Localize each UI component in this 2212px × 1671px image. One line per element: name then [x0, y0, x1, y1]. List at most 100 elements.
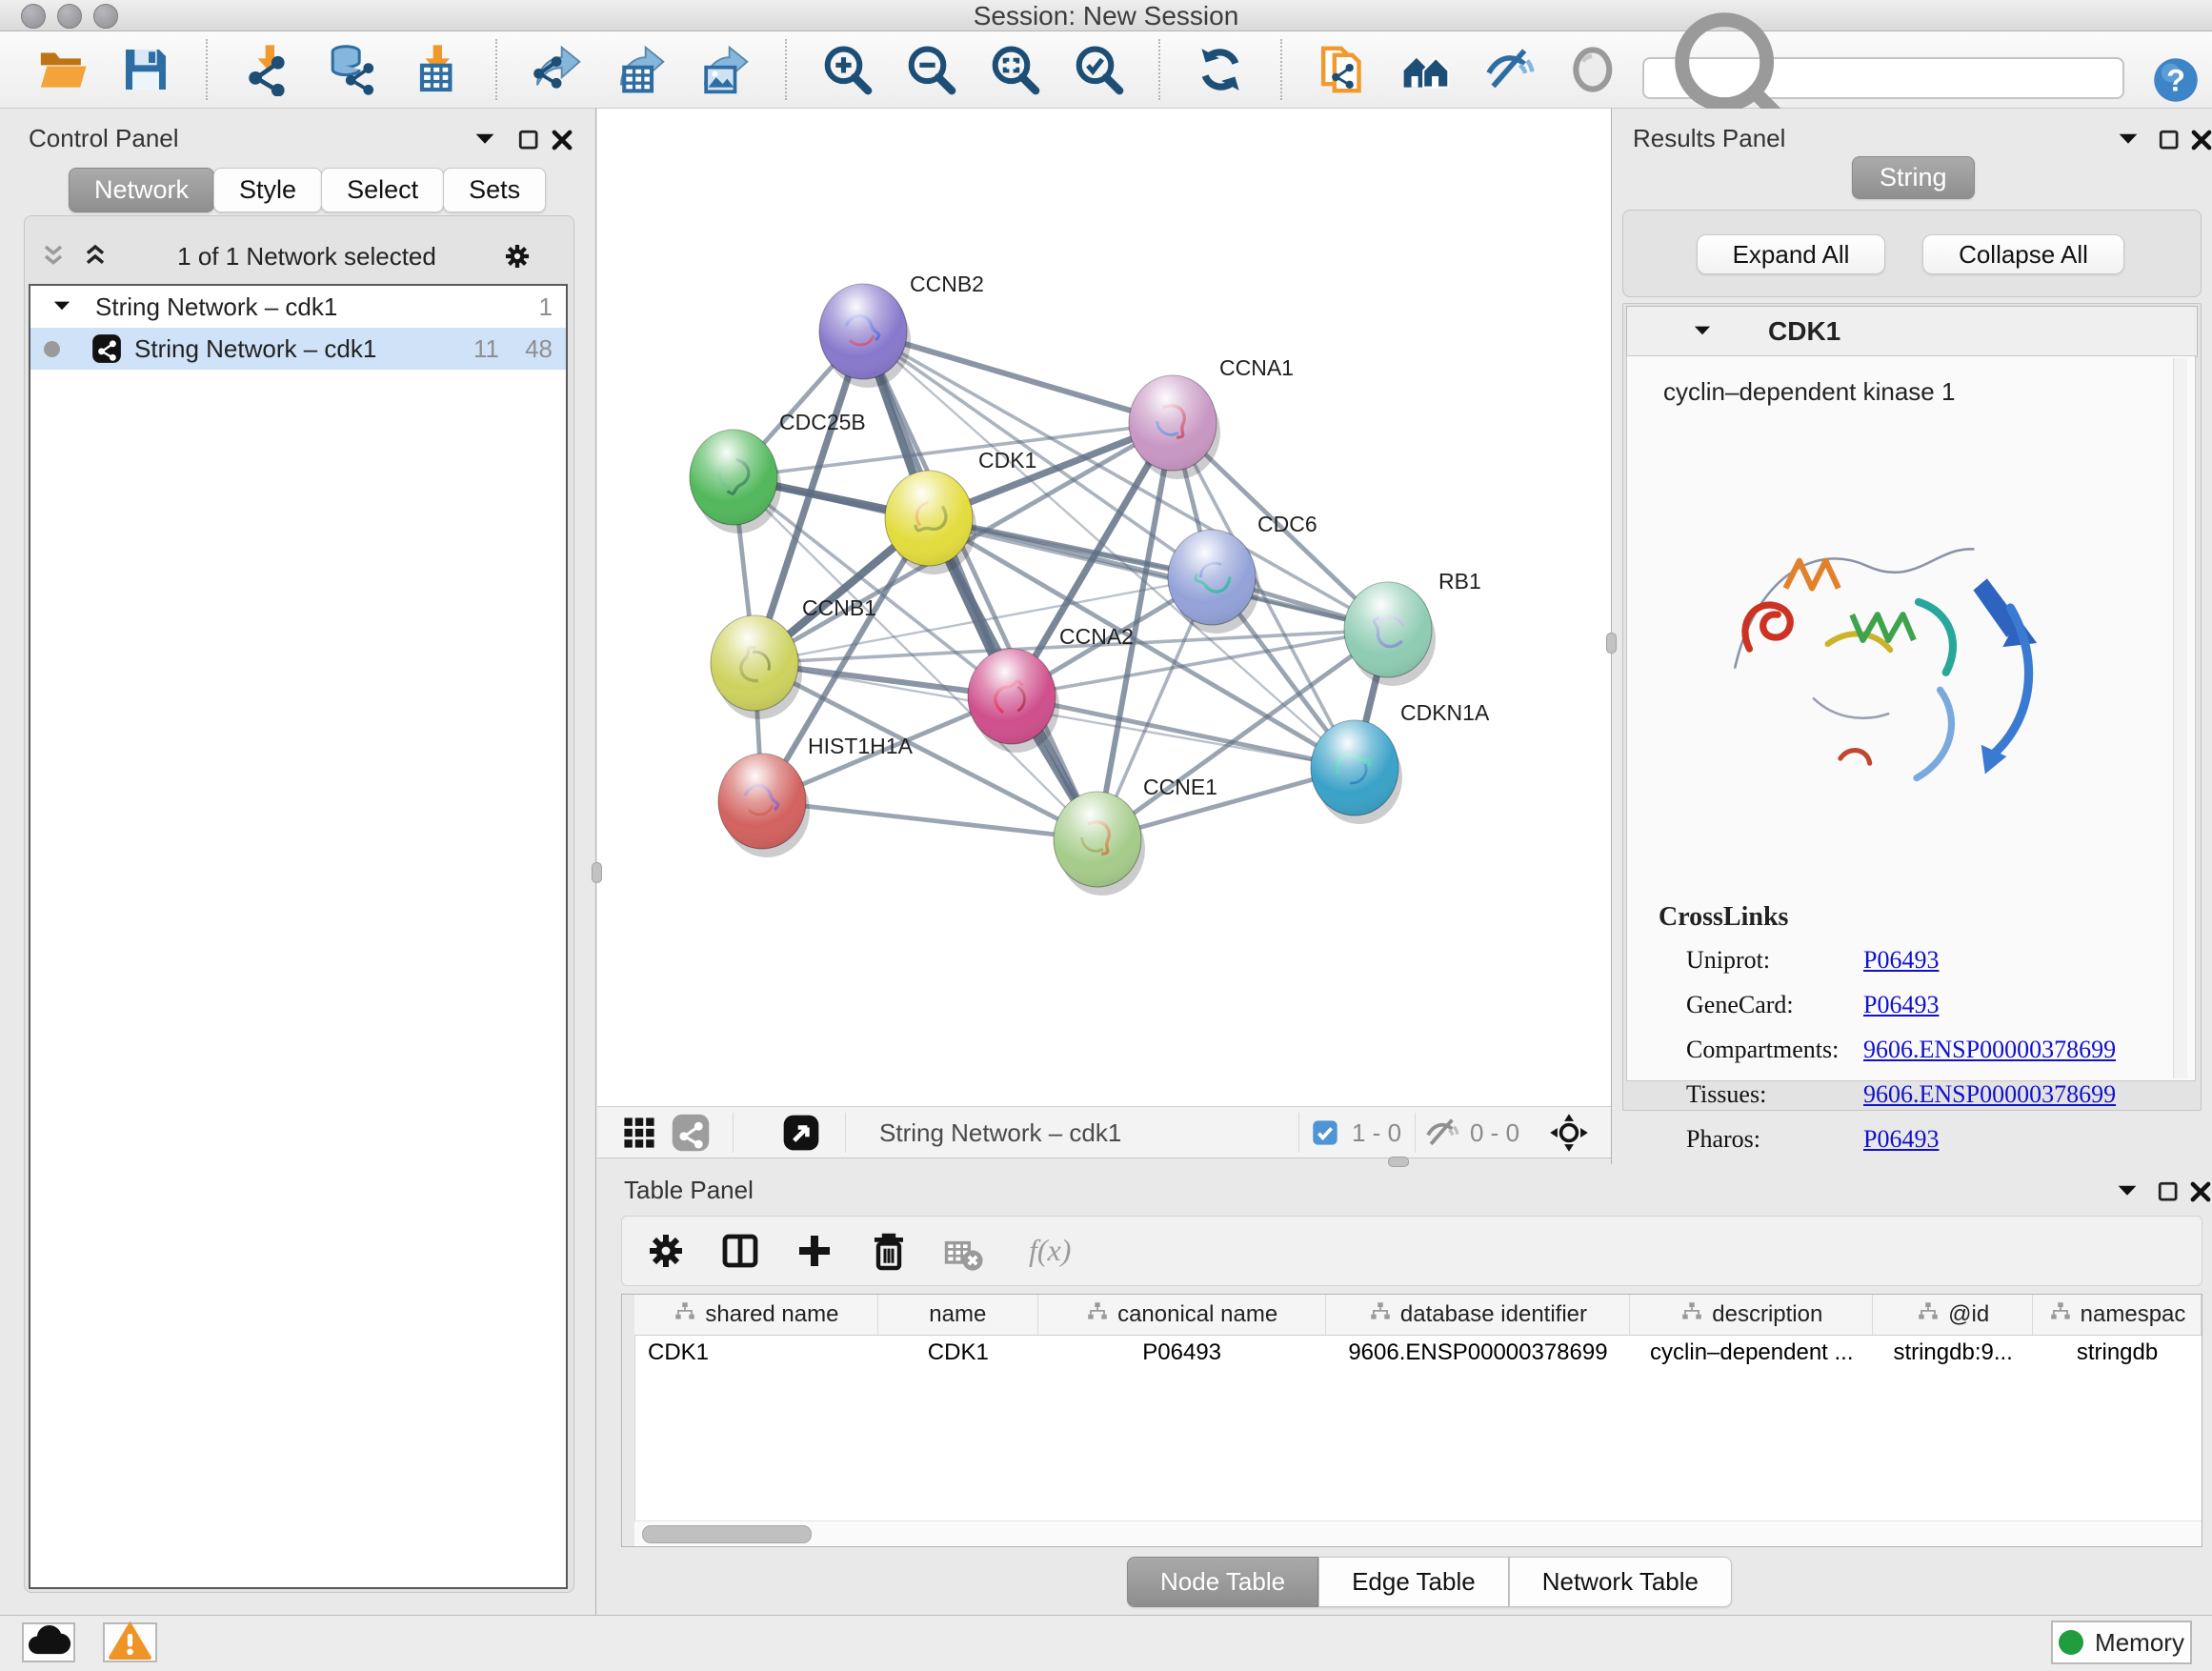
table-panel-menu-icon[interactable] [2113, 1178, 2142, 1206]
table-cell[interactable]: 9606.ENSP00000378699 [1326, 1335, 1631, 1371]
entry-caret-icon[interactable] [1690, 319, 1715, 344]
left-splitter-handle[interactable] [592, 862, 602, 883]
network-node-ccnb2[interactable] [819, 284, 911, 388]
network-node-ccna2[interactable] [968, 649, 1059, 753]
network-tree-root-row[interactable]: String Network – cdk1 1 [30, 286, 566, 328]
network-edge-ccnb2-ccne1[interactable] [863, 332, 1097, 839]
export-network-button[interactable] [528, 40, 587, 99]
network-node-ccna1[interactable] [1129, 375, 1220, 479]
column-header-canonical-name[interactable]: canonical name [1038, 1295, 1326, 1335]
results-panel-close-icon[interactable] [2187, 126, 2212, 154]
home-button[interactable] [1397, 40, 1456, 99]
birdseye-view-icon[interactable] [780, 1112, 822, 1154]
hidden-eye-icon[interactable] [1424, 1115, 1460, 1151]
network-node-rb1[interactable] [1344, 582, 1436, 686]
column-header-namespac[interactable]: namespac [2033, 1295, 2202, 1335]
right-splitter-handle[interactable] [1606, 633, 1617, 654]
import-table-button[interactable] [406, 40, 465, 99]
warnings-button[interactable] [103, 1622, 157, 1662]
network-edge-ccna2-cdkn1a[interactable] [1012, 696, 1355, 768]
zoom-in-button[interactable] [817, 40, 876, 99]
table-cell[interactable]: stringdb:9... [1873, 1335, 2033, 1371]
import-network-from-file-button[interactable] [238, 40, 297, 99]
export-table-button[interactable] [612, 40, 671, 99]
table-panel-close-icon[interactable] [2186, 1178, 2212, 1206]
table-cell[interactable]: stringdb [2033, 1335, 2202, 1371]
tab-edge-table[interactable]: Edge Table [1318, 1557, 1509, 1607]
import-network-from-database-button[interactable] [322, 40, 381, 99]
network-node-ccne1[interactable] [1054, 792, 1145, 896]
control-panel-float-icon[interactable] [514, 126, 543, 154]
table-cell[interactable]: CDK1 [878, 1335, 1038, 1371]
cloud-button[interactable] [22, 1622, 75, 1662]
zoom-selected-button[interactable] [1069, 40, 1128, 99]
delete-column-icon[interactable] [866, 1228, 912, 1274]
expand-all-networks-icon[interactable] [78, 241, 112, 272]
apply-layout-button[interactable] [1191, 40, 1250, 99]
table-cell[interactable]: P06493 [1038, 1335, 1326, 1371]
table-row[interactable]: CDK1CDK1P064939606.ENSP00000378699cyclin… [634, 1335, 2202, 1371]
tree-caret-icon[interactable] [50, 294, 74, 319]
show-columns-icon[interactable] [717, 1228, 763, 1274]
network-tree-row[interactable]: String Network – cdk1 11 48 [30, 328, 566, 370]
bottom-splitter-handle[interactable] [1388, 1157, 1409, 1167]
crosslink-link[interactable]: P06493 [1863, 1125, 1939, 1154]
tab-style[interactable]: Style [213, 168, 322, 212]
result-entry-header[interactable]: CDK1 [1626, 306, 2198, 357]
tab-node-table[interactable]: Node Table [1127, 1557, 1318, 1607]
table-horizontal-scrollbar[interactable] [634, 1520, 2202, 1546]
create-column-icon[interactable] [792, 1228, 837, 1274]
control-panel-menu-icon[interactable] [471, 126, 499, 154]
column-header-description[interactable]: description [1630, 1295, 1873, 1335]
table-cell[interactable]: CDK1 [634, 1335, 878, 1371]
search-input[interactable] [1823, 60, 2122, 96]
tab-sets[interactable]: Sets [443, 168, 546, 212]
results-panel-menu-icon[interactable] [2114, 126, 2142, 154]
column-header--id[interactable]: @id [1873, 1295, 2033, 1335]
share-view-icon[interactable] [670, 1112, 712, 1154]
crosslink-link[interactable]: 9606.ENSP00000378699 [1863, 1036, 2116, 1064]
network-options-gear-icon[interactable] [501, 240, 533, 272]
open-session-button[interactable] [32, 40, 91, 99]
crosslink-link[interactable]: P06493 [1863, 946, 1939, 975]
table-panel-float-icon[interactable] [2154, 1178, 2182, 1206]
column-header-shared-name[interactable]: shared name [634, 1295, 878, 1335]
network-edge-hist1h1a-ccne1[interactable] [762, 801, 1097, 839]
tab-select[interactable]: Select [321, 168, 444, 212]
crosslink-link[interactable]: P06493 [1863, 991, 1939, 1019]
network-node-hist1h1a[interactable] [718, 754, 810, 857]
collapse-all-networks-icon[interactable] [36, 241, 70, 272]
selected-checkbox-icon[interactable] [1310, 1117, 1340, 1148]
tab-network-table[interactable]: Network Table [1509, 1557, 1732, 1607]
expand-all-button[interactable]: Expand All [1697, 234, 1885, 274]
network-canvas[interactable]: CCNB2CCNA1CDC25BCDK1CDC6RB1CCNB1CCNA2CDK… [597, 109, 1611, 1106]
search-box [1642, 57, 2124, 99]
results-scrollbar[interactable] [2173, 358, 2187, 1078]
show-all-button[interactable] [1564, 40, 1623, 99]
network-from-selection-button[interactable] [1313, 40, 1372, 99]
grid-mode-icon[interactable] [618, 1112, 660, 1154]
fit-selected-crosshair-icon[interactable] [1548, 1112, 1590, 1154]
column-header-database-identifier[interactable]: database identifier [1326, 1295, 1631, 1335]
help-button[interactable]: ? [2151, 55, 2201, 105]
tab-string[interactable]: String [1852, 156, 1975, 199]
network-node-cdc6[interactable] [1168, 530, 1259, 634]
crosslink-link[interactable]: 9606.ENSP00000378699 [1863, 1080, 2116, 1109]
memory-button[interactable]: Memory [2051, 1621, 2192, 1664]
scrollbar-thumb[interactable] [642, 1525, 812, 1543]
network-node-cdk1[interactable] [885, 471, 976, 574]
network-node-cdkn1a[interactable] [1311, 720, 1402, 824]
collapse-all-button[interactable]: Collapse All [1922, 234, 2124, 274]
table-settings-gear-icon[interactable] [643, 1228, 689, 1274]
column-header-name[interactable]: name [878, 1295, 1038, 1335]
results-panel-float-icon[interactable] [2155, 126, 2183, 154]
control-panel-close-icon[interactable] [548, 126, 576, 154]
table-cell[interactable]: cyclin–dependent ... [1630, 1335, 1873, 1371]
zoom-out-button[interactable] [901, 40, 960, 99]
zoom-fit-button[interactable] [985, 40, 1044, 99]
save-session-button[interactable] [116, 40, 175, 99]
export-image-button[interactable] [695, 40, 754, 99]
tab-network[interactable]: Network [69, 168, 214, 212]
hide-selection-button[interactable] [1480, 40, 1539, 99]
network-node-cdc25b[interactable] [690, 430, 781, 534]
